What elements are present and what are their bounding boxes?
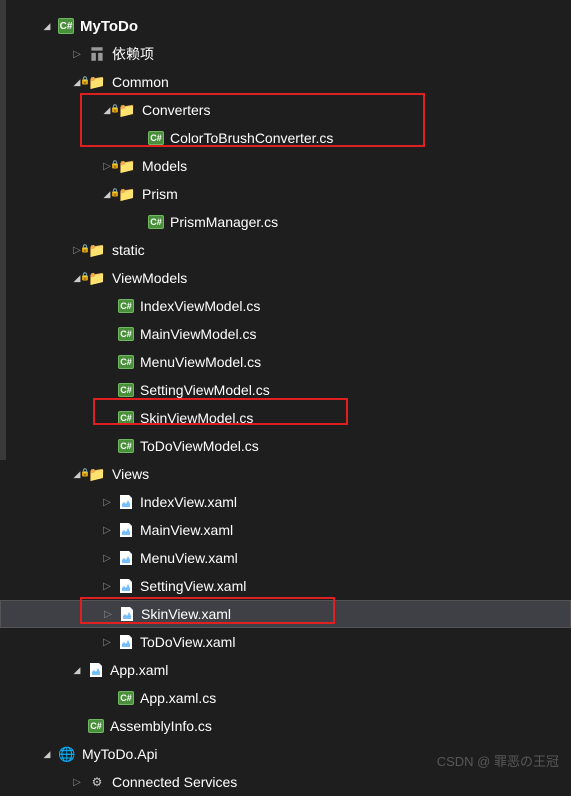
node-label: SettingView.xaml	[140, 578, 246, 594]
node-label: SkinView.xaml	[141, 606, 231, 622]
folder-models[interactable]: 🔒📁 Models	[0, 152, 571, 180]
csharp-file-icon: 🔒C#	[118, 439, 134, 453]
folder-icon: 🔒📁	[88, 465, 106, 483]
node-label: ToDoViewModel.cs	[140, 438, 259, 454]
file-indexvm[interactable]: 🔒C# IndexViewModel.cs	[0, 292, 571, 320]
folder-icon: 🔒📁	[118, 157, 136, 175]
node-label: SettingViewModel.cs	[140, 382, 270, 398]
folder-icon: 🔒📁	[88, 241, 106, 259]
file-appcs[interactable]: 🔒C# App.xaml.cs	[0, 684, 571, 712]
chevron-right-icon[interactable]	[70, 777, 84, 788]
dependencies-node[interactable]: 依赖项	[0, 40, 571, 68]
node-label: App.xaml	[110, 662, 168, 678]
folder-common[interactable]: 🔒📁 Common	[0, 68, 571, 96]
file-todovm[interactable]: 🔒C# ToDoViewModel.cs	[0, 432, 571, 460]
folder-icon: 🔒📁	[118, 185, 136, 203]
csharp-file-icon: +C#	[148, 131, 164, 145]
node-label: Views	[112, 466, 149, 482]
connected-services[interactable]: ⚙ Connected Services	[0, 768, 571, 796]
node-label: MainView.xaml	[140, 522, 233, 538]
xaml-file-icon: 🔒	[118, 578, 134, 594]
node-label: AssemblyInfo.cs	[110, 718, 212, 734]
node-label: ToDoView.xaml	[140, 634, 235, 650]
file-mainvm[interactable]: 🔒C# MainViewModel.cs	[0, 320, 571, 348]
folder-viewmodels[interactable]: 🔒📁 ViewModels	[0, 264, 571, 292]
chevron-right-icon[interactable]	[101, 609, 115, 620]
csharp-project-icon: 🔒C#	[58, 18, 74, 34]
chevron-right-icon[interactable]	[100, 581, 114, 592]
file-menuview[interactable]: 🔒 MenuView.xaml	[0, 544, 571, 572]
node-label: App.xaml.cs	[140, 690, 216, 706]
web-project-icon: 🔒🌐	[58, 745, 76, 763]
node-label: IndexView.xaml	[140, 494, 237, 510]
file-menuvm[interactable]: 🔒C# MenuViewModel.cs	[0, 348, 571, 376]
folder-icon: 🔒📁	[88, 269, 106, 287]
file-skinview[interactable]: ✓ SkinView.xaml	[0, 600, 571, 628]
xaml-file-icon: 🔒	[88, 662, 104, 678]
csharp-file-icon: 🔒C#	[118, 299, 134, 313]
csharp-file-icon: 🔒C#	[118, 355, 134, 369]
file-todoview[interactable]: 🔒 ToDoView.xaml	[0, 628, 571, 656]
xaml-file-icon: ✓	[119, 606, 135, 622]
chevron-down-icon[interactable]	[70, 665, 84, 676]
csharp-file-icon: 🔒C#	[118, 383, 134, 397]
project-label: MyToDo	[80, 18, 138, 35]
file-prismmanager[interactable]: 🔒C# PrismManager.cs	[0, 208, 571, 236]
xaml-file-icon: 🔒	[118, 522, 134, 538]
node-label: ColorToBrushConverter.cs	[170, 130, 333, 146]
node-label: MenuView.xaml	[140, 550, 238, 566]
node-label: SkinViewModel.cs	[140, 410, 253, 426]
node-label: PrismManager.cs	[170, 214, 278, 230]
node-label: MenuViewModel.cs	[140, 354, 261, 370]
file-settingview[interactable]: 🔒 SettingView.xaml	[0, 572, 571, 600]
solution-tree: 🔒C# MyToDo 依赖项 🔒📁 Common 🔒📁 Converters +…	[0, 0, 571, 796]
chevron-down-icon[interactable]	[40, 749, 54, 760]
xaml-file-icon: 🔒	[118, 634, 134, 650]
file-colortobrush[interactable]: +C# ColorToBrushConverter.cs	[0, 124, 571, 152]
node-label: Prism	[142, 186, 178, 202]
chevron-down-icon[interactable]	[40, 21, 54, 32]
node-label: static	[112, 242, 145, 258]
file-appxaml[interactable]: 🔒 App.xaml	[0, 656, 571, 684]
chevron-right-icon[interactable]	[100, 525, 114, 536]
csharp-file-icon: +C#	[118, 411, 134, 425]
node-label: Converters	[142, 102, 210, 118]
folder-views[interactable]: 🔒📁 Views	[0, 460, 571, 488]
project-mytodo[interactable]: 🔒C# MyToDo	[0, 12, 571, 40]
node-label: Connected Services	[112, 774, 237, 790]
node-label: ViewModels	[112, 270, 187, 286]
node-label: Common	[112, 74, 169, 90]
node-label: Models	[142, 158, 187, 174]
csharp-file-icon: 🔒C#	[148, 215, 164, 229]
folder-static[interactable]: 🔒📁 static	[0, 236, 571, 264]
xaml-file-icon: 🔒	[118, 550, 134, 566]
folder-converters[interactable]: 🔒📁 Converters	[0, 96, 571, 124]
dependencies-icon	[88, 45, 106, 63]
node-label: MainViewModel.cs	[140, 326, 256, 342]
folder-icon: 🔒📁	[88, 73, 106, 91]
connected-services-icon: ⚙	[88, 773, 106, 791]
file-asminfo[interactable]: 🔒C# AssemblyInfo.cs	[0, 712, 571, 740]
file-settingvm[interactable]: 🔒C# SettingViewModel.cs	[0, 376, 571, 404]
csharp-file-icon: 🔒C#	[118, 691, 134, 705]
folder-prism[interactable]: 🔒📁 Prism	[0, 180, 571, 208]
csharp-file-icon: 🔒C#	[118, 327, 134, 341]
folder-icon: 🔒📁	[118, 101, 136, 119]
watermark: CSDN @ 罪恶の王冠	[437, 751, 559, 770]
node-label: IndexViewModel.cs	[140, 298, 260, 314]
chevron-right-icon[interactable]	[70, 49, 84, 60]
chevron-right-icon[interactable]	[100, 553, 114, 564]
file-indexview[interactable]: 🔒 IndexView.xaml	[0, 488, 571, 516]
chevron-right-icon[interactable]	[100, 497, 114, 508]
file-skinvm[interactable]: +C# SkinViewModel.cs	[0, 404, 571, 432]
csharp-file-icon: 🔒C#	[88, 719, 104, 733]
node-label: 依赖项	[112, 44, 154, 64]
project-label: MyToDo.Api	[82, 746, 157, 762]
chevron-right-icon[interactable]	[100, 637, 114, 648]
file-mainview[interactable]: 🔒 MainView.xaml	[0, 516, 571, 544]
xaml-file-icon: 🔒	[118, 494, 134, 510]
